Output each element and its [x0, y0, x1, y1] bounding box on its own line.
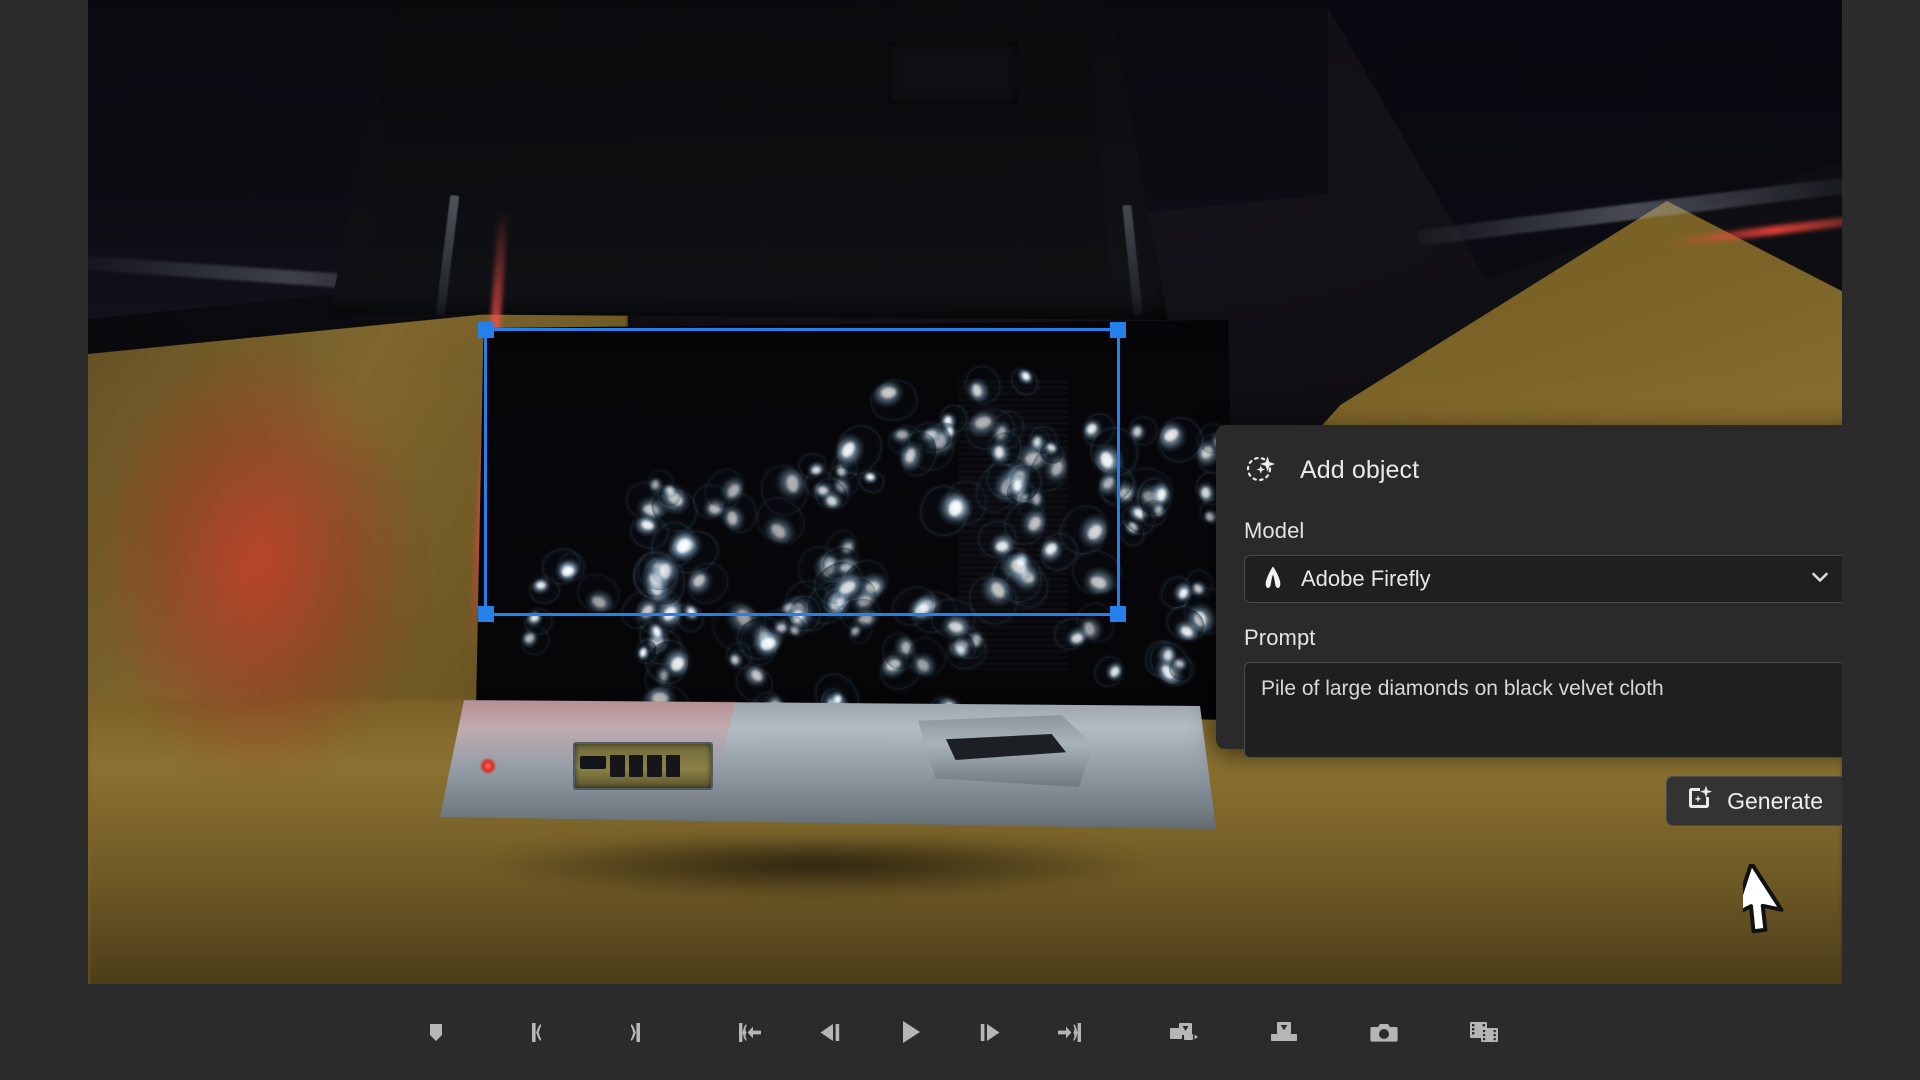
filmstrip-icon: [1470, 1022, 1498, 1042]
insert-clip-icon: [1170, 1023, 1198, 1040]
insert-clip-button[interactable]: [1155, 1003, 1213, 1061]
step-back-button[interactable]: [801, 1003, 859, 1061]
play-icon: [903, 1021, 920, 1043]
play-button[interactable]: [881, 1003, 939, 1061]
playback-group: [721, 1003, 1099, 1061]
generate-sparkle-icon: [1685, 784, 1713, 818]
adobe-firefly-icon: [1259, 563, 1287, 596]
overwrite-clip-icon: [1271, 1022, 1297, 1041]
prompt-label: Prompt: [1244, 625, 1316, 650]
step-forward-button[interactable]: [961, 1003, 1019, 1061]
model-label: Model: [1244, 518, 1305, 543]
go-to-first-frame-icon: [739, 1023, 761, 1042]
generate-button-label: Generate: [1727, 787, 1823, 814]
mark-out-button[interactable]: [607, 1003, 665, 1061]
generate-button[interactable]: Generate: [1666, 776, 1842, 826]
mark-in-button[interactable]: [507, 1003, 565, 1061]
go-to-end-button[interactable]: [1041, 1003, 1099, 1061]
diamond: [1090, 653, 1127, 690]
edit-group: [1155, 1003, 1513, 1061]
application-window: Add object Model Adobe Firefly Prompt Pi…: [0, 0, 1920, 1080]
step-forward-icon: [980, 1024, 1000, 1041]
diamond: [1067, 545, 1125, 600]
mark-out-icon: [631, 1023, 640, 1042]
diamond: [572, 568, 625, 619]
diamond: [962, 364, 1003, 407]
step-backward-icon: [820, 1024, 840, 1041]
marker-flag-icon: [430, 1024, 442, 1041]
sparkle-select-icon: [1244, 451, 1278, 490]
diamond: [870, 379, 919, 422]
go-to-start-button[interactable]: [721, 1003, 779, 1061]
camera-icon: [1370, 1024, 1398, 1042]
diamond: [1008, 364, 1041, 398]
panel-header: Add object: [1244, 451, 1842, 490]
model-select-value: Adobe Firefly: [1301, 566, 1431, 591]
prompt-input[interactable]: Pile of large diamonds on black velvet c…: [1244, 662, 1842, 758]
panel-title: Add object: [1300, 456, 1420, 484]
panel-actions: Generate: [1244, 776, 1842, 826]
overwrite-clip-button[interactable]: [1255, 1003, 1313, 1061]
video-preview[interactable]: Add object Model Adobe Firefly Prompt Pi…: [88, 0, 1842, 984]
snapshot-button[interactable]: [1355, 1003, 1413, 1061]
diamond-pile: [476, 320, 1260, 742]
add-marker-button[interactable]: [407, 1003, 465, 1061]
mark-in-icon: [532, 1023, 541, 1042]
chevron-down-icon[interactable]: [1809, 566, 1831, 593]
prompt-input-value: Pile of large diamonds on black velvet c…: [1261, 677, 1664, 700]
go-to-last-frame-icon: [1058, 1023, 1081, 1042]
transport-toolbar: [0, 984, 1920, 1080]
add-object-panel: Add object Model Adobe Firefly Prompt Pi…: [1216, 425, 1842, 826]
filmstrip-button[interactable]: [1455, 1003, 1513, 1061]
marker-group: [407, 1003, 665, 1061]
diamond: [859, 469, 886, 494]
model-select[interactable]: Adobe Firefly: [1244, 555, 1842, 603]
